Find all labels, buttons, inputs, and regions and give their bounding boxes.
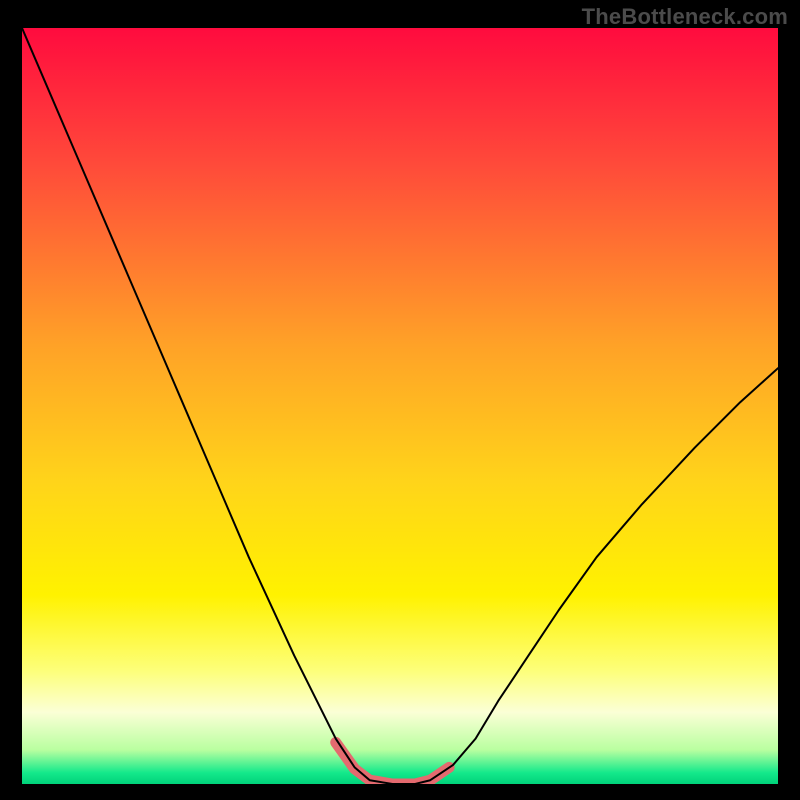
gradient-background bbox=[22, 28, 778, 784]
bottleneck-chart bbox=[22, 28, 778, 784]
chart-frame: TheBottleneck.com bbox=[0, 0, 800, 800]
plot-area bbox=[22, 28, 778, 784]
watermark-text: TheBottleneck.com bbox=[582, 4, 788, 30]
